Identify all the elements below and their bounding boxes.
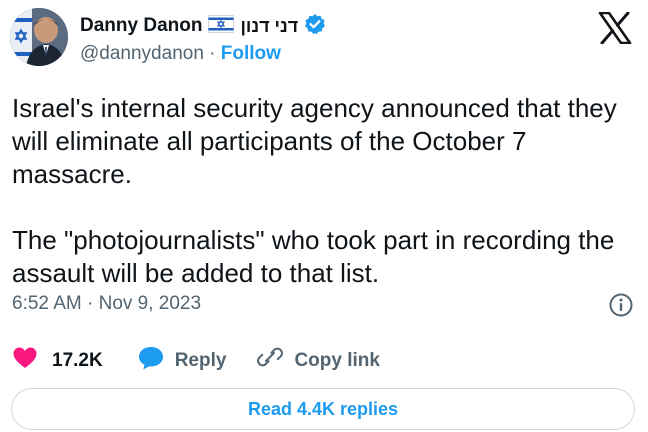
tweet-actions: 17.2K Reply Copy link xyxy=(12,346,380,376)
handle-separator: · xyxy=(209,43,216,64)
copy-link-button[interactable]: Copy link xyxy=(256,345,380,377)
info-icon[interactable] xyxy=(608,292,634,318)
author-display-name[interactable]: Danny Danon xyxy=(80,15,202,37)
copy-link-label: Copy link xyxy=(294,350,380,371)
flag-israel-icon xyxy=(208,14,235,38)
avatar[interactable] xyxy=(10,8,68,66)
follow-button[interactable]: Follow xyxy=(221,43,281,64)
verified-badge-icon xyxy=(304,13,326,40)
read-replies-button[interactable]: Read 4.4K replies xyxy=(11,388,635,430)
like-button[interactable]: 17.2K xyxy=(12,346,103,376)
reply-button[interactable]: Reply xyxy=(137,345,227,377)
tweet-timestamp[interactable]: 6:52 AM · Nov 9, 2023 xyxy=(12,293,201,315)
link-icon xyxy=(256,345,284,377)
avatar-photo xyxy=(10,8,68,66)
author-name-row[interactable]: Danny Danon דני דנון xyxy=(80,13,326,40)
heart-icon xyxy=(12,346,38,376)
x-logo-icon[interactable] xyxy=(598,11,632,45)
author-hebrew-name: דני דנון xyxy=(240,15,299,36)
reply-label: Reply xyxy=(174,350,227,371)
reply-bubble-icon xyxy=(137,345,165,377)
author-handle-row: @dannydanon · Follow xyxy=(80,43,281,65)
author-handle[interactable]: @dannydanon xyxy=(80,43,204,64)
likes-count: 17.2K xyxy=(52,350,103,371)
tweet-text: Israel's internal security agency announ… xyxy=(12,93,617,288)
